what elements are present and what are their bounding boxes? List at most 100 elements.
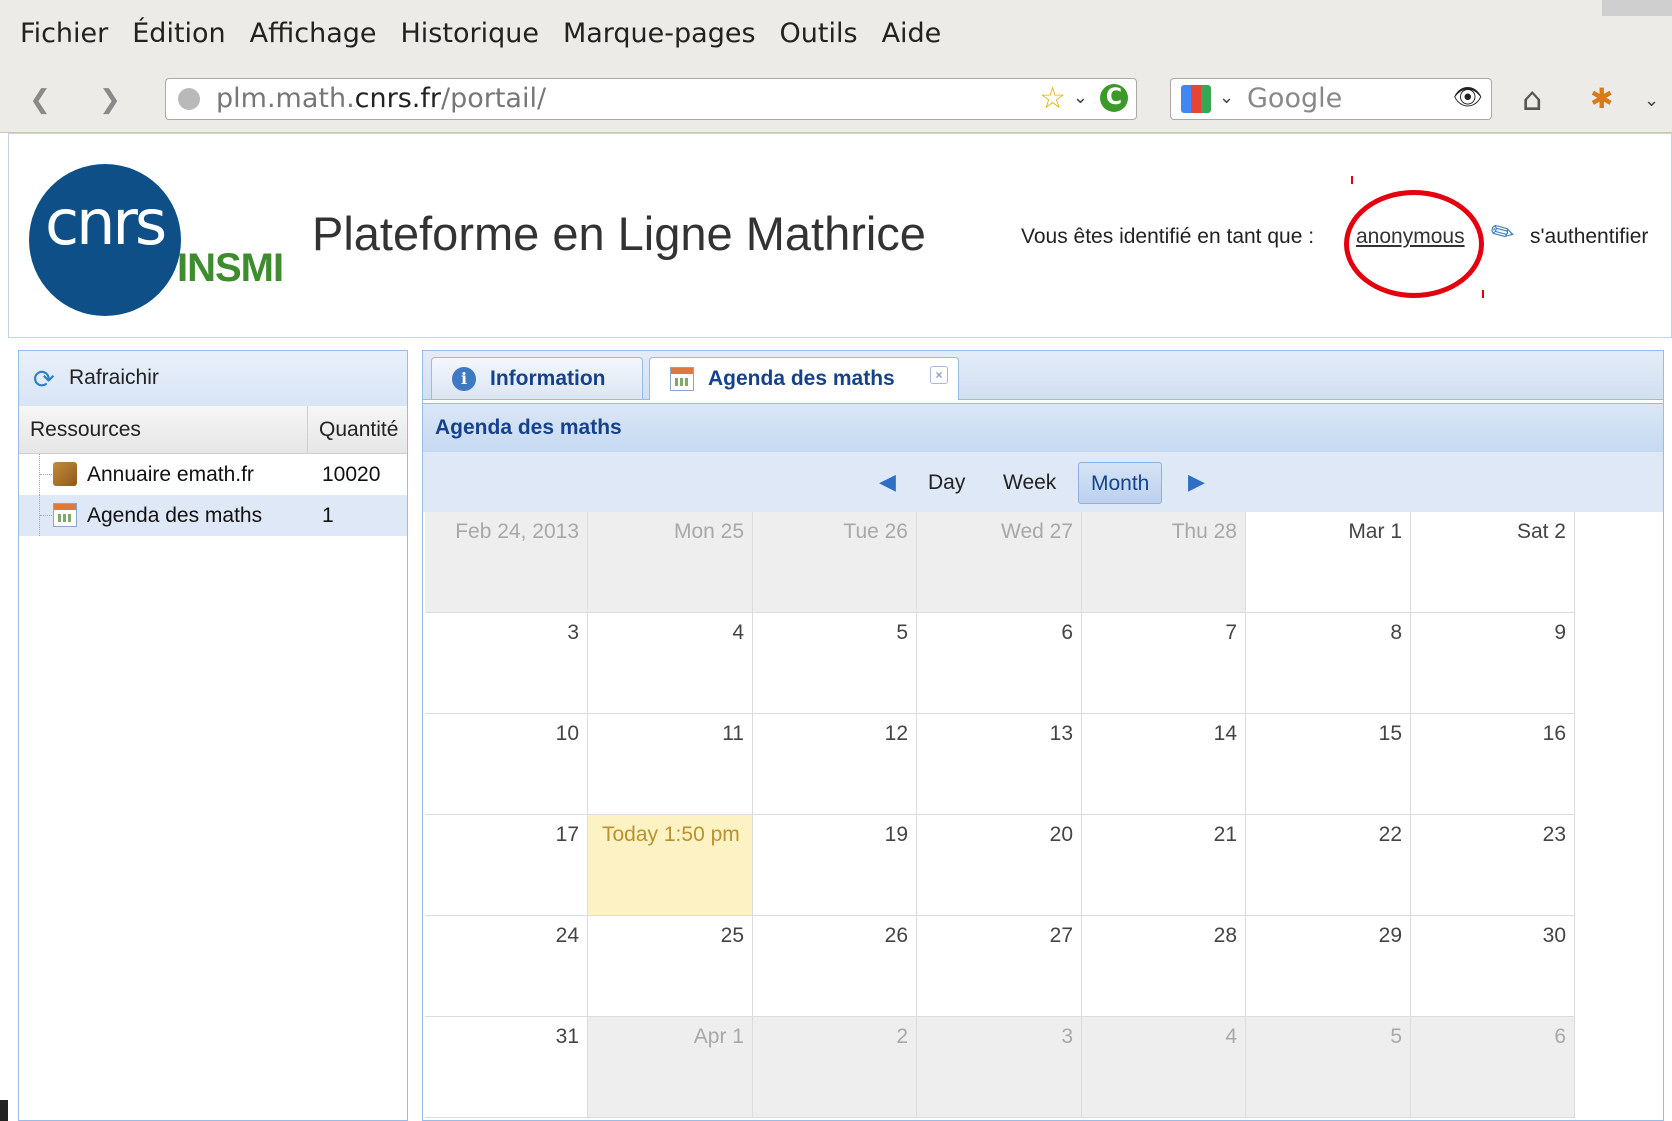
prev-arrow-icon[interactable]: ◀ (879, 470, 896, 495)
column-resources[interactable]: Ressources (30, 418, 141, 442)
tab-information[interactable]: i Information (431, 357, 643, 399)
calendar-day[interactable]: 28 (1082, 916, 1246, 1017)
page-title: Plateforme en Ligne Mathrice (312, 207, 926, 260)
day-label: 11 (722, 722, 744, 745)
search-engine-dropdown-icon[interactable]: ⌄ (1219, 87, 1234, 108)
calendar-day[interactable]: Tue 26 (753, 512, 917, 613)
calendar-day[interactable]: Mar 1 (1246, 512, 1411, 613)
view-week-button[interactable]: Week (991, 462, 1068, 504)
calendar-day[interactable]: 10 (425, 714, 588, 815)
refresh-icon[interactable]: ⟳ (33, 365, 55, 395)
main-panel: i Information Agenda des maths × Agenda … (422, 350, 1664, 1121)
binoculars-icon[interactable]: 👁 (1453, 83, 1483, 111)
calendar-day[interactable]: 17 (425, 815, 588, 916)
login-link[interactable]: s'authentifier (1530, 225, 1648, 249)
day-label: 3 (567, 621, 579, 644)
calendar-day[interactable]: 29 (1246, 916, 1411, 1017)
column-quantity[interactable]: Quantité (319, 418, 398, 442)
addon-bug-icon[interactable]: ✱ (1590, 82, 1613, 115)
calendar-day[interactable]: 9 (1411, 613, 1575, 714)
calendar-day[interactable]: 25 (588, 916, 753, 1017)
calendar-day[interactable]: 11 (588, 714, 753, 815)
day-label: 15 (1378, 722, 1402, 745)
calendar-day[interactable]: 3 (917, 1017, 1082, 1118)
calendar-day[interactable]: 22 (1246, 815, 1411, 916)
day-label: 12 (884, 722, 908, 745)
menu-historique[interactable]: Historique (401, 18, 539, 49)
day-label: 7 (1225, 621, 1237, 644)
tab-agenda[interactable]: Agenda des maths × (649, 357, 959, 400)
menu-outils[interactable]: Outils (780, 18, 858, 49)
calendar-day[interactable]: 6 (917, 613, 1082, 714)
day-label: Today 1:50 pm (602, 823, 740, 846)
refresh-button[interactable]: Rafraichir (69, 366, 159, 390)
calendar-day[interactable]: Sat 2 (1411, 512, 1575, 613)
day-label: 2 (896, 1025, 908, 1048)
view-month-button[interactable]: Month (1078, 462, 1163, 504)
calendar-day[interactable]: 5 (753, 613, 917, 714)
url-bar[interactable]: plm.math.cnrs.fr/portail/ ☆ ⌄ C (165, 78, 1137, 120)
google-engine-icon[interactable] (1181, 85, 1211, 113)
url-text[interactable]: plm.math.cnrs.fr/portail/ (216, 83, 546, 114)
calendar-day-today[interactable]: Today 1:50 pm (588, 815, 753, 916)
calendar-day[interactable]: 15 (1246, 714, 1411, 815)
search-box[interactable]: ⌄ Google 👁 (1170, 78, 1492, 120)
calendar-day[interactable]: 4 (588, 613, 753, 714)
column-separator[interactable] (307, 406, 308, 453)
menu-edition[interactable]: Édition (132, 18, 225, 49)
forward-button[interactable]: ❯ (88, 80, 132, 120)
annotation-mark (1351, 176, 1353, 184)
calendar-day[interactable]: 20 (917, 815, 1082, 916)
day-label: 30 (1542, 924, 1566, 947)
calendar-day[interactable]: 16 (1411, 714, 1575, 815)
menu-aide[interactable]: Aide (882, 18, 942, 49)
resource-row[interactable]: Annuaire emath.fr 10020 (19, 454, 407, 495)
calendar-day[interactable]: 4 (1082, 1017, 1246, 1118)
resource-row[interactable]: Agenda des maths 1 (19, 495, 407, 536)
menu-fichier[interactable]: Fichier (20, 18, 108, 49)
day-label: 31 (555, 1025, 579, 1048)
calendar-day[interactable]: 30 (1411, 916, 1575, 1017)
calendar-day[interactable]: Apr 1 (588, 1017, 753, 1118)
calendar-day[interactable]: 24 (425, 916, 588, 1017)
calendar-day[interactable]: 27 (917, 916, 1082, 1017)
cnrs-logo: cnrs (29, 164, 181, 316)
calendar-day[interactable]: 3 (425, 613, 588, 714)
key-icon[interactable]: ✎ (1484, 212, 1521, 252)
day-label: 23 (1542, 823, 1566, 846)
calendar-day[interactable]: 12 (753, 714, 917, 815)
home-icon[interactable]: ⌂ (1522, 80, 1542, 118)
bookmark-star-icon[interactable]: ☆ (1039, 81, 1066, 116)
calendar-day[interactable]: Wed 27 (917, 512, 1082, 613)
window-corner (1602, 0, 1672, 16)
calendar-day[interactable]: Feb 24, 2013 (425, 512, 588, 613)
addon-dropdown-icon[interactable]: ⌄ (1644, 90, 1659, 111)
calendar-day[interactable]: 31 (425, 1017, 588, 1118)
search-input[interactable]: Google (1247, 83, 1342, 114)
calendar-day[interactable]: 19 (753, 815, 917, 916)
next-arrow-icon[interactable]: ▶ (1188, 470, 1205, 495)
back-button[interactable]: ❮ (18, 80, 62, 120)
calendar-day[interactable]: 7 (1082, 613, 1246, 714)
menu-marque-pages[interactable]: Marque-pages (563, 18, 756, 49)
url-dropdown-icon[interactable]: ⌄ (1073, 87, 1088, 108)
day-label: Feb 24, 2013 (455, 520, 579, 543)
calendar-day[interactable]: 6 (1411, 1017, 1575, 1118)
menu-affichage[interactable]: Affichage (250, 18, 377, 49)
calendar-day[interactable]: 5 (1246, 1017, 1411, 1118)
window-edge (0, 1100, 8, 1121)
view-day-button[interactable]: Day (916, 462, 977, 504)
calendar-day[interactable]: 26 (753, 916, 917, 1017)
calendar-day[interactable]: 21 (1082, 815, 1246, 916)
calendar-day[interactable]: 8 (1246, 613, 1411, 714)
reload-icon[interactable]: C (1100, 84, 1128, 112)
calendar-day[interactable]: Thu 28 (1082, 512, 1246, 613)
calendar-day[interactable]: 13 (917, 714, 1082, 815)
calendar-day[interactable]: 2 (753, 1017, 917, 1118)
calendar-day[interactable]: 23 (1411, 815, 1575, 916)
calendar-day[interactable]: 14 (1082, 714, 1246, 815)
menu-bar: Fichier Édition Affichage Historique Mar… (0, 0, 1672, 70)
close-tab-icon[interactable]: × (930, 366, 948, 384)
calendar-day[interactable]: Mon 25 (588, 512, 753, 613)
refresh-toolbar: ⟳ Rafraichir (19, 351, 407, 407)
